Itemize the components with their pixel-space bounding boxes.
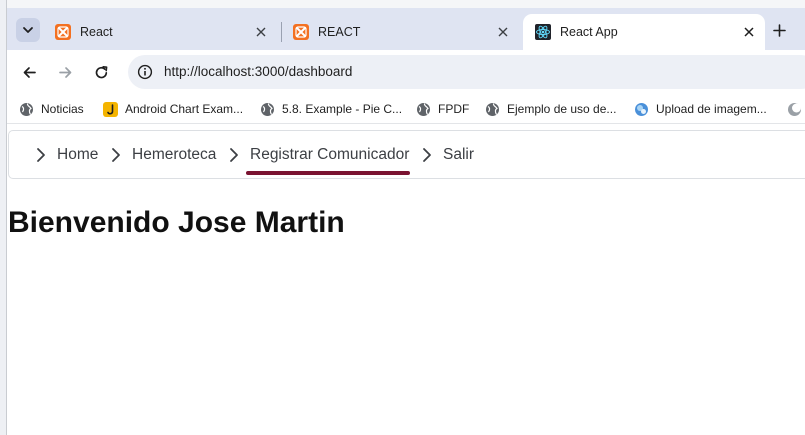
tab-strip: React REACT React App xyxy=(7,8,805,50)
browser-window: React REACT React App http://localhost:3… xyxy=(0,0,805,435)
app-navbar: Home Hemeroteca Registrar Comunicador Sa… xyxy=(8,130,805,179)
tab-search-button[interactable] xyxy=(16,18,40,42)
url-text: http://localhost:3000/dashboard xyxy=(164,64,353,79)
bookmark-android-chart[interactable]: Android Chart Exam... xyxy=(103,100,243,118)
bookmark-label: Noticias xyxy=(41,102,84,116)
active-nav-underline xyxy=(246,171,410,175)
xampp-icon xyxy=(293,24,309,40)
address-bar[interactable]: http://localhost:3000/dashboard xyxy=(128,55,805,89)
nav-item-label: Salir xyxy=(443,146,475,163)
bookmark-label: Ejemplo de uso de... xyxy=(507,102,617,116)
bookmark-ejemplo[interactable]: Ejemplo de uso de... xyxy=(485,100,616,118)
tab-title: React xyxy=(80,25,113,39)
bookmark-j-icon xyxy=(103,101,118,117)
globe-icon xyxy=(261,102,274,116)
tab-close-button[interactable] xyxy=(495,24,511,40)
arrow-right-icon xyxy=(58,66,71,78)
globe-icon xyxy=(486,102,499,116)
bookmark-fpdf[interactable]: FPDF xyxy=(416,100,469,118)
nav-item-hemeroteca[interactable]: Hemeroteca xyxy=(110,143,216,167)
browser-toolbar: http://localhost:3000/dashboard xyxy=(7,50,805,94)
moon-icon xyxy=(788,102,801,116)
close-icon xyxy=(256,27,266,37)
close-icon xyxy=(744,27,754,37)
tab-close-button[interactable] xyxy=(741,24,757,40)
tab-react-upper[interactable]: REACT xyxy=(281,14,519,50)
tab-react[interactable]: React xyxy=(43,14,277,50)
chevron-right-icon xyxy=(230,148,238,162)
tab-title: REACT xyxy=(318,25,361,39)
background-window-edge xyxy=(0,0,805,8)
nav-item-label: Home xyxy=(57,146,99,163)
chevron-down-icon xyxy=(23,27,33,33)
chevron-right-icon xyxy=(112,148,120,162)
bookmark-label: FPDF xyxy=(438,102,470,116)
welcome-heading: Bienvenido Jose Martin xyxy=(8,206,345,239)
globe-icon xyxy=(417,102,430,116)
xampp-icon xyxy=(55,24,71,40)
nav-item-registrar-comunicador[interactable]: Registrar Comunicador xyxy=(228,143,409,167)
bookmark-upload[interactable]: Upload de imagem... xyxy=(634,100,767,118)
site-info-icon[interactable] xyxy=(137,64,153,80)
nav-item-salir[interactable]: Salir xyxy=(421,143,474,167)
bookmark-overflow[interactable] xyxy=(787,100,805,118)
react-logo-icon xyxy=(535,24,551,40)
nav-item-home[interactable]: Home xyxy=(35,143,98,167)
forward-button[interactable] xyxy=(53,60,77,84)
arrow-left-icon xyxy=(23,66,36,78)
upload-icon xyxy=(635,102,648,116)
close-icon xyxy=(498,27,508,37)
bookmark-label: Android Chart Exam... xyxy=(125,102,244,116)
bookmark-label: 5.8. Example - Pie C... xyxy=(282,102,403,116)
tab-react-app[interactable]: React App xyxy=(523,14,765,50)
tab-title: React App xyxy=(560,25,618,39)
bookmark-label: Upload de imagem... xyxy=(656,102,767,116)
nav-item-label: Hemeroteca xyxy=(132,146,217,163)
chevron-right-icon xyxy=(37,148,45,162)
background-window-strip xyxy=(0,0,7,435)
nav-item-label: Registrar Comunicador xyxy=(250,146,410,163)
globe-icon xyxy=(20,102,33,116)
plus-icon xyxy=(772,23,786,37)
new-tab-button[interactable] xyxy=(765,18,793,42)
reload-button[interactable] xyxy=(89,60,113,84)
back-button[interactable] xyxy=(17,60,41,84)
reload-icon xyxy=(95,65,107,78)
bookmarks-bar: Noticias Android Chart Exam... 5.8. Exam… xyxy=(7,94,805,124)
page-viewport: Home Hemeroteca Registrar Comunicador Sa… xyxy=(8,124,805,435)
tab-close-button[interactable] xyxy=(253,24,269,40)
chevron-right-icon xyxy=(423,148,431,162)
bookmark-pie-chart[interactable]: 5.8. Example - Pie C... xyxy=(260,100,402,118)
bookmark-noticias[interactable]: Noticias xyxy=(19,100,84,118)
